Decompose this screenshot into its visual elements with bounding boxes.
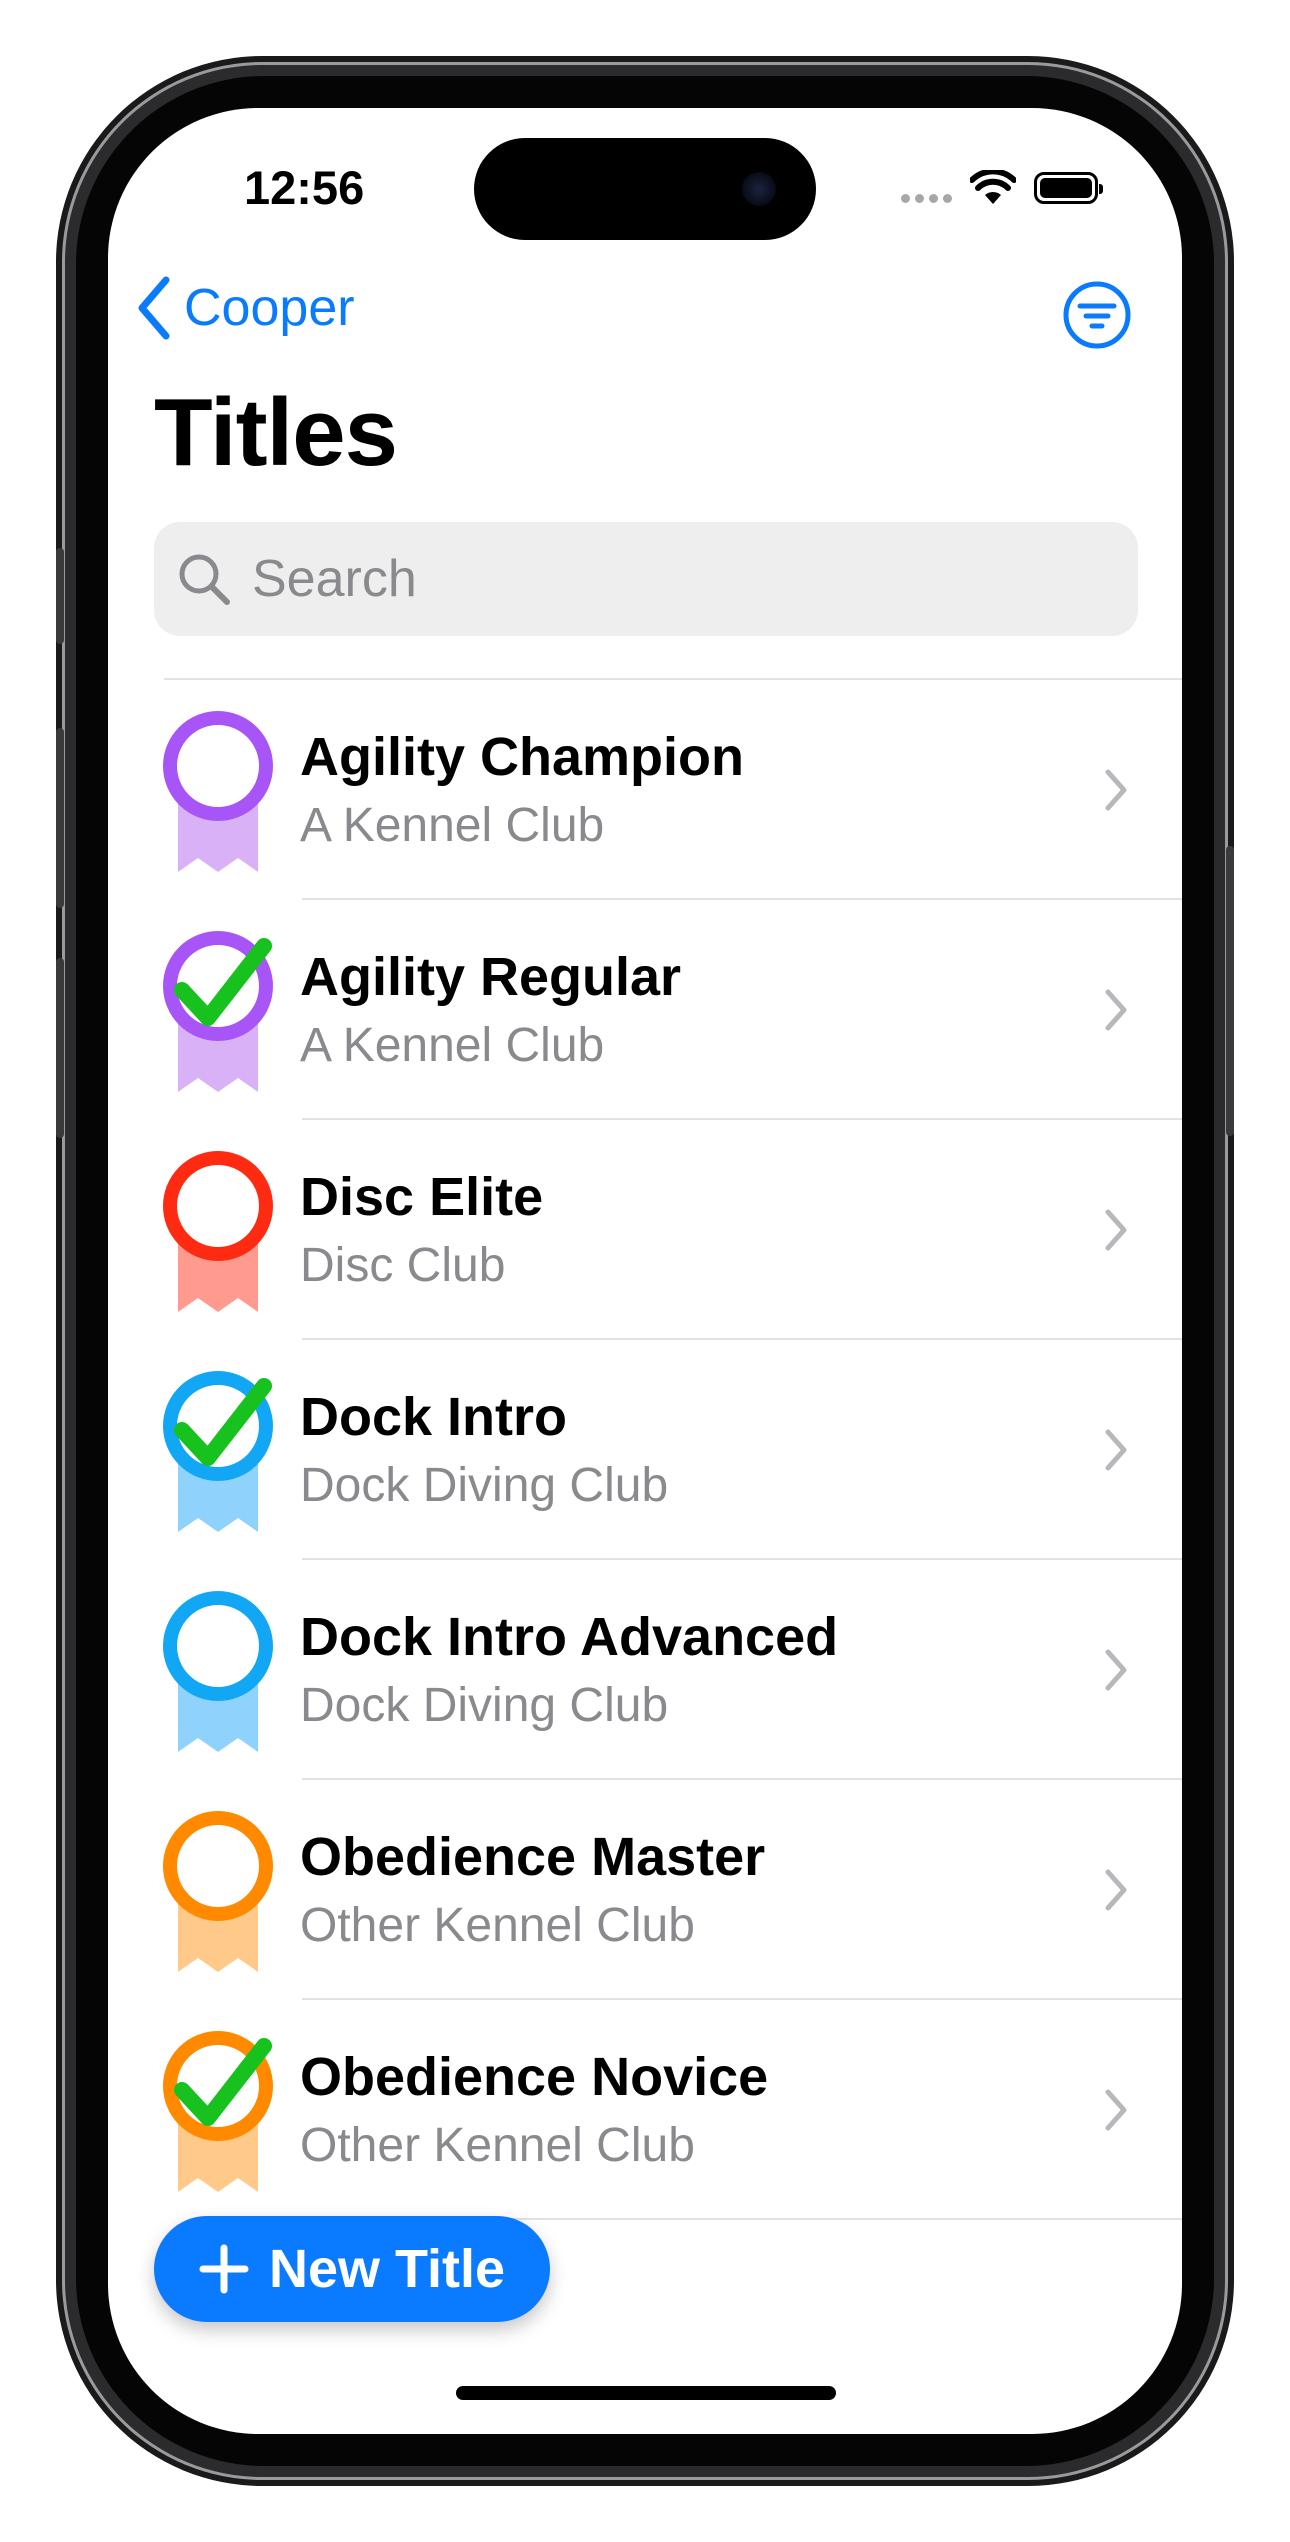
- title-club: Disc Club: [300, 1239, 506, 1292]
- battery-icon: [1034, 172, 1103, 204]
- award-icon: [163, 1811, 273, 1972]
- chevron-right-icon: [1105, 769, 1127, 811]
- plus-icon: [199, 2244, 249, 2294]
- award-earned-icon: [163, 1371, 273, 1532]
- chevron-right-icon: [1105, 989, 1127, 1031]
- list-item[interactable]: Agility Regular A Kennel Club: [108, 900, 1182, 1120]
- title-club: A Kennel Club: [300, 1019, 605, 1072]
- new-title-button[interactable]: New Title: [154, 2216, 550, 2322]
- award-icon: [163, 711, 273, 872]
- status-time: 12:56: [244, 161, 365, 214]
- status-icons: [901, 170, 1103, 206]
- list-item[interactable]: Disc Elite Disc Club: [108, 1120, 1182, 1340]
- award-icon: [163, 1151, 273, 1312]
- list-item[interactable]: Agility Champion A Kennel Club: [108, 680, 1182, 900]
- chevron-right-icon: [1105, 1429, 1127, 1471]
- filter-icon[interactable]: [1062, 280, 1132, 350]
- title-club: Other Kennel Club: [300, 2119, 695, 2172]
- title-name: Dock Intro Advanced: [300, 1607, 839, 1667]
- volume-up-button: [56, 728, 64, 908]
- list-item[interactable]: Obedience Master Other Kennel Club: [108, 1780, 1182, 2000]
- chevron-left-icon: [138, 276, 170, 340]
- award-earned-icon: [163, 2031, 273, 2192]
- title-name: Obedience Novice: [300, 2047, 769, 2107]
- power-button: [1226, 846, 1234, 1136]
- wifi-icon: [970, 170, 1016, 204]
- list-item[interactable]: Dock Intro Advanced Dock Diving Club: [108, 1560, 1182, 1780]
- list-item[interactable]: Obedience Novice Other Kennel Club: [108, 2000, 1182, 2220]
- chevron-right-icon: [1105, 1649, 1127, 1691]
- back-button[interactable]: Cooper: [134, 276, 355, 340]
- title-name: Agility Regular: [300, 947, 682, 1007]
- cellular-dots-icon: [901, 173, 952, 203]
- action-button: [56, 548, 64, 644]
- search-input[interactable]: [250, 548, 1114, 610]
- title-name: Agility Champion: [300, 727, 744, 787]
- title-name: Disc Elite: [300, 1167, 544, 1227]
- title-club: Dock Diving Club: [300, 1459, 669, 1512]
- volume-down-button: [56, 958, 64, 1138]
- title-name: Obedience Master: [300, 1827, 766, 1887]
- chevron-right-icon: [1105, 2089, 1127, 2131]
- list-item[interactable]: Dock Intro Dock Diving Club: [108, 1340, 1182, 1560]
- chevron-right-icon: [1105, 1209, 1127, 1251]
- page-title: Titles: [154, 379, 398, 486]
- screen: 12:56 Cooper Titles Search Agility Champ…: [108, 108, 1182, 2434]
- award-icon: [163, 1591, 273, 1752]
- title-club: Dock Diving Club: [300, 1679, 669, 1732]
- camera-icon: [742, 172, 776, 206]
- title-name: Dock Intro: [300, 1387, 568, 1447]
- dynamic-island: [474, 138, 816, 240]
- search-icon: [179, 554, 230, 605]
- home-indicator: [456, 2386, 836, 2400]
- chevron-right-icon: [1105, 1869, 1127, 1911]
- back-button-label: Cooper: [184, 279, 355, 337]
- title-club: Other Kennel Club: [300, 1899, 695, 1952]
- title-club: A Kennel Club: [300, 799, 605, 852]
- award-earned-icon: [163, 931, 273, 1092]
- search-bar[interactable]: [154, 522, 1138, 636]
- new-title-button-label: New Title: [268, 2239, 506, 2299]
